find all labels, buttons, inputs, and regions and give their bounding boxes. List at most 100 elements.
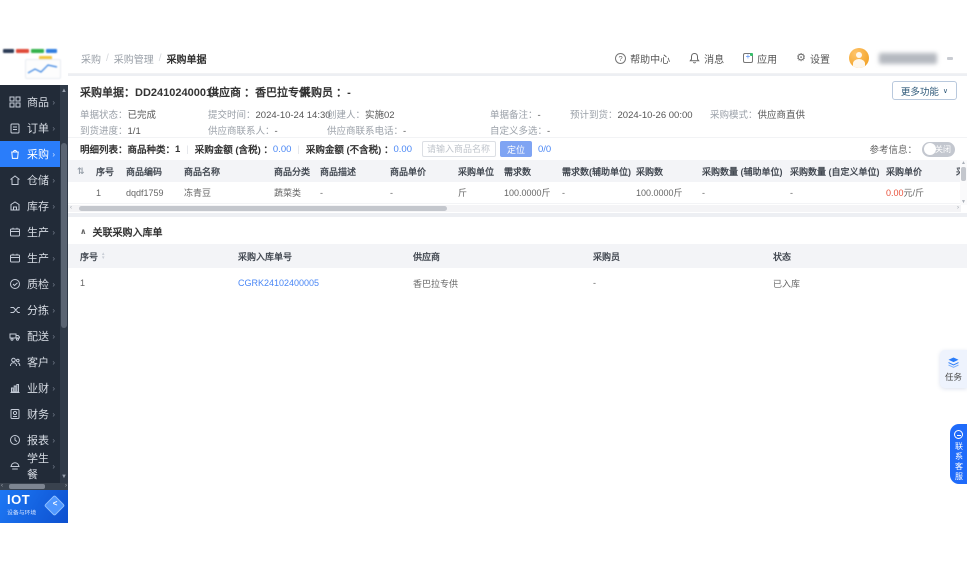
- scroll-left-icon[interactable]: ‹: [70, 205, 72, 212]
- sidebar-item-label: 客户: [27, 357, 49, 369]
- chevron-right-icon: ›: [52, 123, 55, 133]
- cell-status: 已入库: [773, 278, 801, 289]
- chevron-right-icon: ›: [52, 227, 55, 237]
- field-label: 自定义多选：: [490, 126, 548, 137]
- contact-support-button[interactable]: 联系客服: [950, 424, 967, 484]
- scroll-right-icon[interactable]: ›: [65, 483, 67, 490]
- sort-icon[interactable]: ▲ ▼: [101, 251, 105, 260]
- user-menu[interactable]: [849, 48, 953, 68]
- messages-label: 消息: [704, 54, 725, 66]
- calendar-icon: [10, 227, 20, 237]
- cell-desc: -: [320, 187, 323, 198]
- field-label: 单据状态：: [80, 110, 128, 121]
- sku-count-value: 1: [175, 143, 181, 155]
- hscroll-thumb[interactable]: [79, 206, 447, 211]
- cell-price: 0.00元/斤: [886, 186, 956, 199]
- detail-table-hscrollbar[interactable]: ‹ ›: [68, 205, 961, 212]
- linked-table-header: 序号 ▲ ▼ 采购入库单号 供应商 采购员 状态: [68, 244, 967, 268]
- messages-button[interactable]: 消息: [689, 51, 724, 66]
- sidebar-item-production-1[interactable]: 生产 ›: [0, 219, 60, 245]
- breadcrumb-separator: /: [158, 52, 162, 64]
- sidebar-item-sorting[interactable]: 分拣 ›: [0, 297, 60, 323]
- col-supplier: 供应商: [413, 251, 441, 262]
- avatar[interactable]: [849, 48, 869, 68]
- sidebar-item-warehouse[interactable]: 仓储 ›: [0, 167, 60, 193]
- sidebar-hscrollbar[interactable]: ‹ ›: [0, 483, 68, 490]
- settings-button[interactable]: 设置: [796, 51, 830, 66]
- sidebar-item-student-meal[interactable]: 学生餐 ›: [0, 453, 60, 481]
- scroll-up-icon[interactable]: ▲: [960, 160, 967, 166]
- sidebar-item-label: 财务: [27, 409, 49, 421]
- scroll-up-icon[interactable]: ▲: [60, 87, 68, 95]
- sidebar-item-customers[interactable]: 客户 ›: [0, 349, 60, 375]
- sidebar-item-finance[interactable]: 财务 ›: [0, 401, 60, 427]
- more-actions-button[interactable]: 更多功能 ∨: [891, 81, 957, 100]
- order-number-label: 采购单据：: [80, 87, 135, 99]
- linked-section-header[interactable]: ∧ 关联采购入库单: [80, 224, 163, 239]
- inbound-order-link[interactable]: CGRK24102400005: [238, 278, 319, 288]
- column-settings-icon[interactable]: ⇅: [77, 166, 85, 176]
- sidebar-item-purchase[interactable]: 采购 ›: [0, 141, 60, 167]
- detail-table-row[interactable]: 1 dqdf1759 冻青豆 蔬菜类 - - 斤 100.0000斤 - 100…: [68, 182, 961, 204]
- breadcrumb-purchase[interactable]: 采购: [81, 51, 101, 66]
- chevron-right-icon: ›: [52, 383, 55, 393]
- iot-banner[interactable]: IOT 设备与环境: [0, 490, 68, 523]
- sidebar-hscroll-thumb[interactable]: [9, 484, 45, 489]
- apps-button[interactable]: 应用: [743, 51, 777, 66]
- locate-button[interactable]: 定位: [499, 141, 532, 157]
- vscroll-thumb[interactable]: [961, 167, 966, 181]
- order-number-field: 采购单据：DD24102400013: [80, 84, 218, 100]
- clipboard-icon: [10, 123, 20, 134]
- sidebar-item-inventory[interactable]: 库存 ›: [0, 193, 60, 219]
- scroll-left-icon[interactable]: ‹: [1, 483, 3, 490]
- sidebar-item-goods[interactable]: 商品 ›: [0, 89, 60, 115]
- toggle-state-label: 关闭: [935, 144, 951, 154]
- sidebar-item-label: 订单: [27, 123, 49, 135]
- product-search-input[interactable]: [421, 141, 496, 157]
- field-value: -: [403, 126, 407, 137]
- sidebar-item-orders[interactable]: 订单 ›: [0, 115, 60, 141]
- chevron-right-icon: ›: [52, 97, 55, 107]
- field-label: 提交时间：: [208, 110, 256, 121]
- topbar: 采购 / 采购管理 / 采购单据 帮助中心 消息 应用 设置: [68, 43, 967, 74]
- breadcrumb-purchase-mgmt[interactable]: 采购管理: [114, 51, 154, 66]
- truck-icon: [9, 333, 20, 341]
- field-label: 采购模式：: [710, 110, 758, 121]
- col-demand-aux: 需求数(辅助单位): [562, 166, 631, 177]
- col-seq[interactable]: 序号 ▲ ▼: [68, 250, 238, 263]
- help-center-button[interactable]: 帮助中心: [615, 51, 670, 66]
- task-float-button[interactable]: 任务: [940, 350, 967, 388]
- linked-table-row[interactable]: 1 CGRK24102400005 香巴拉专供 - 已入库: [68, 268, 967, 298]
- sidebar-item-business-finance[interactable]: 业财 ›: [0, 375, 60, 401]
- scroll-down-icon[interactable]: ▼: [60, 473, 68, 481]
- chevron-right-icon: ›: [52, 461, 55, 471]
- reference-info-toggle[interactable]: 关闭: [922, 141, 955, 157]
- sidebar-scrollbar[interactable]: ▲ ▼: [60, 85, 68, 483]
- user-caret-icon: [947, 56, 953, 60]
- logo-image: [3, 47, 63, 81]
- locate-counter: 0/0: [538, 143, 552, 155]
- col-desc: 商品描述: [320, 166, 357, 177]
- buyer-label: 采购员 ：: [300, 87, 348, 99]
- scroll-right-icon[interactable]: ›: [957, 205, 959, 212]
- sidebar-item-label: 配送: [27, 331, 49, 343]
- support-face-icon: [954, 430, 963, 439]
- cell-buyer: -: [593, 278, 596, 288]
- breadcrumb-separator: /: [106, 52, 109, 64]
- sidebar-item-production-2[interactable]: 生产 ›: [0, 245, 60, 271]
- more-actions-label: 更多功能: [900, 86, 939, 98]
- sidebar-item-label: 业财: [27, 383, 49, 395]
- sidebar-item-label: 学生餐: [27, 453, 49, 481]
- cell-purchase-unit: 斤: [458, 188, 468, 198]
- scroll-down-icon[interactable]: ▼: [960, 199, 967, 205]
- buyer-field: 采购员 ：-: [300, 84, 351, 100]
- detail-table-vscrollbar[interactable]: ▲ ▼: [960, 160, 967, 205]
- col-qty-custom: 采购数量 (自定义单位): [790, 166, 880, 177]
- sidebar-item-delivery[interactable]: 配送 ›: [0, 323, 60, 349]
- field-value: 实施02: [365, 110, 395, 121]
- sidebar-scroll-thumb[interactable]: [61, 143, 67, 328]
- storage-box-icon: [10, 201, 20, 211]
- task-label: 任务: [944, 371, 962, 382]
- sidebar-item-quality[interactable]: 质检 ›: [0, 271, 60, 297]
- sidebar-item-label: 分拣: [27, 305, 49, 317]
